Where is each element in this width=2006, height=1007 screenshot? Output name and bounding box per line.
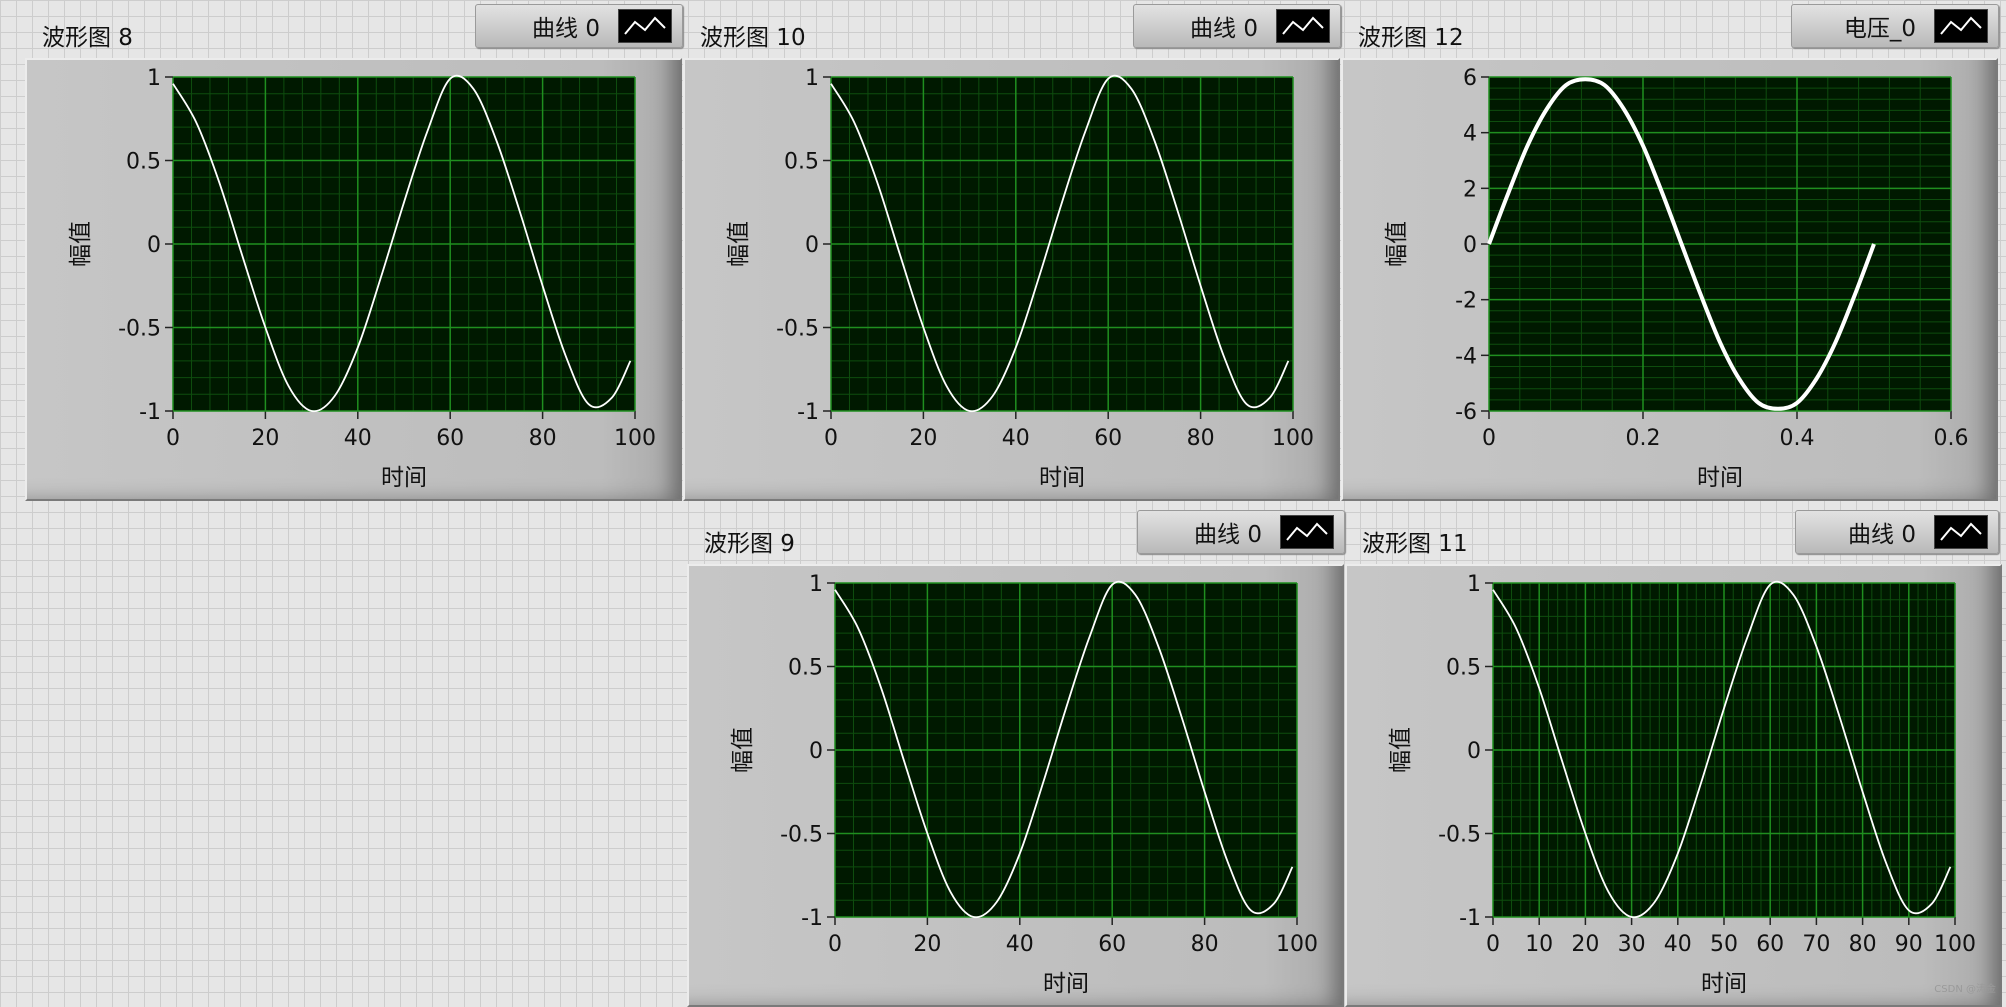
y-tick-label: 0 (805, 233, 819, 258)
y-tick-label: 4 (1463, 122, 1477, 147)
x-axis-title: 时间 (1039, 465, 1085, 491)
y-tick-label: 1 (809, 572, 823, 597)
y-tick-label: -4 (1455, 344, 1477, 369)
x-tick-label: 20 (909, 426, 937, 451)
y-axis-title: 幅值 (730, 727, 756, 773)
y-tick-label: -0.5 (780, 823, 823, 848)
x-tick-label: 0 (1482, 426, 1496, 451)
x-tick-label: 0.6 (1934, 426, 1969, 451)
x-tick-label: 80 (1187, 426, 1215, 451)
x-tick-label: 100 (1272, 426, 1314, 451)
x-tick-label: 0 (824, 426, 838, 451)
x-tick-label: 30 (1618, 932, 1646, 957)
x-tick-label: 40 (344, 426, 372, 451)
y-tick-label: 2 (1463, 177, 1477, 202)
x-tick-label: 40 (1006, 932, 1034, 957)
y-axis-title: 幅值 (68, 221, 94, 267)
plot-area[interactable]: 0 10 20 30 40 50 60 70 80 90 100 -1 -0.5 0 0.5 1 时间 幅值 (1320, 506, 2006, 1001)
x-tick-label: 20 (913, 932, 941, 957)
y-tick-label: 1 (147, 66, 161, 91)
x-tick-label: 0.2 (1626, 426, 1661, 451)
x-tick-label: 0.4 (1780, 426, 1815, 451)
y-tick-label: 0.5 (784, 150, 819, 175)
x-tick-label: 60 (1756, 932, 1784, 957)
waveform-graph-8[interactable]: 波形图 8 曲线 0 0 20 40 60 80 100 -1 -0.5 0 0.5 1 时间 幅值 (0, 0, 690, 505)
x-tick-label: 80 (1849, 932, 1877, 957)
y-axis-title: 幅值 (1384, 221, 1410, 267)
x-axis-title: 时间 (1697, 465, 1743, 491)
x-tick-label: 20 (251, 426, 279, 451)
x-axis-title: 时间 (381, 465, 427, 491)
watermark: CSDN @涛金 (1934, 984, 1996, 995)
x-tick-label: 60 (1094, 426, 1122, 451)
x-tick-label: 100 (1276, 932, 1318, 957)
y-tick-label: -6 (1455, 400, 1477, 425)
x-tick-label: 40 (1002, 426, 1030, 451)
x-tick-label: 50 (1710, 932, 1738, 957)
x-tick-label: 60 (436, 426, 464, 451)
x-tick-label: 0 (828, 932, 842, 957)
x-tick-label: 0 (1486, 932, 1500, 957)
waveform-graph-10[interactable]: 波形图 10 曲线 0 0 20 40 60 80 100 -1 -0.5 0 0.5 1 时间 幅值 (658, 0, 1348, 505)
y-tick-label: -1 (1459, 906, 1481, 931)
plot-area[interactable]: 0 0.2 0.4 0.6 -6 -4 -2 0 2 4 6 时间 幅值 (1316, 0, 2006, 505)
y-tick-label: -1 (139, 400, 161, 425)
y-tick-label: 0 (1467, 739, 1481, 764)
y-tick-label: -2 (1455, 289, 1477, 314)
y-axis-title: 幅值 (726, 221, 752, 267)
x-axis-title: 时间 (1043, 971, 1089, 997)
x-tick-label: 100 (1934, 932, 1976, 957)
y-tick-label: 0.5 (126, 150, 161, 175)
y-tick-label: -0.5 (1438, 823, 1481, 848)
y-tick-label: 6 (1463, 66, 1477, 91)
x-tick-label: 100 (614, 426, 656, 451)
plot-area[interactable]: 0 20 40 60 80 100 -1 -0.5 0 0.5 1 时间 幅值 (0, 0, 690, 505)
y-tick-label: 0.5 (1446, 656, 1481, 681)
y-tick-label: -1 (797, 400, 819, 425)
x-axis-title: 时间 (1701, 971, 1747, 997)
waveform-graph-9[interactable]: 波形图 9 曲线 0 0 20 40 60 80 100 -1 -0.5 0 0.5 1 时间 幅值 (662, 506, 1352, 1007)
x-tick-label: 80 (1191, 932, 1219, 957)
y-tick-label: -0.5 (118, 317, 161, 342)
x-tick-label: 0 (166, 426, 180, 451)
x-tick-label: 90 (1895, 932, 1923, 957)
y-axis-title: 幅值 (1388, 727, 1414, 773)
y-tick-label: -1 (801, 906, 823, 931)
y-tick-label: 0 (809, 739, 823, 764)
x-tick-label: 10 (1525, 932, 1553, 957)
y-tick-label: 1 (1467, 572, 1481, 597)
x-tick-label: 40 (1664, 932, 1692, 957)
y-tick-label: 1 (805, 66, 819, 91)
y-tick-label: 0 (1463, 233, 1477, 258)
waveform-graph-11[interactable]: 波形图 11 曲线 0 0 10 20 30 40 50 60 70 80 90 100 -1 -0.5… (1320, 506, 2006, 1007)
plot-area[interactable]: 0 20 40 60 80 100 -1 -0.5 0 0.5 1 时间 幅值 (662, 506, 1352, 1001)
x-tick-label: 70 (1802, 932, 1830, 957)
x-tick-label: 60 (1098, 932, 1126, 957)
x-tick-label: 80 (529, 426, 557, 451)
plot-area[interactable]: 0 20 40 60 80 100 -1 -0.5 0 0.5 1 时间 幅值 (658, 0, 1348, 505)
y-tick-label: 0.5 (788, 656, 823, 681)
waveform-graph-12[interactable]: 波形图 12 电压_0 0 0.2 0.4 0.6 -6 -4 -2 0 2 4 6 时间 幅值 (1316, 0, 2006, 505)
x-tick-label: 20 (1571, 932, 1599, 957)
y-tick-label: 0 (147, 233, 161, 258)
y-tick-label: -0.5 (776, 317, 819, 342)
